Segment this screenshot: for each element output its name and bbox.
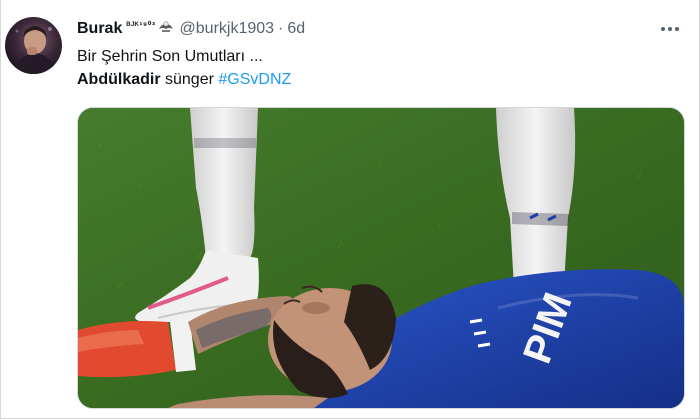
tweet-text-line2: Abdülkadir sünger #GSvDNZ [77, 69, 291, 91]
timestamp[interactable]: 6d [287, 20, 305, 38]
tweet-text-line1: Bir Şehrin Son Umutları ... [77, 48, 263, 65]
bold-name: Abdülkadir [77, 71, 161, 88]
avatar-image [13, 26, 57, 74]
photo-goalkeeper-on-pitch: PIM [78, 108, 684, 408]
display-name-suffix: ᴮᴶᴷ¹⁹⁰³ [126, 20, 156, 30]
tweet-header: Burak ᴮᴶᴷ¹⁹⁰³ @burkjk1903 · 6d [77, 19, 305, 41]
avatar[interactable] [5, 17, 62, 74]
eagle-icon [158, 20, 174, 34]
tweet-text-fragment: sünger [160, 71, 219, 88]
hashtag-link[interactable]: #GSvDNZ [218, 71, 291, 88]
tweet[interactable]: Burak ᴮᴶᴷ¹⁹⁰³ @burkjk1903 · 6d Bir Şehri… [0, 0, 700, 420]
more-horizontal-icon[interactable] [656, 18, 684, 40]
display-name[interactable]: Burak [77, 20, 122, 38]
tweet-media-photo[interactable]: PIM [77, 107, 685, 409]
separator-dot: · [278, 20, 284, 37]
user-handle[interactable]: @burkjk1903 [180, 20, 275, 38]
